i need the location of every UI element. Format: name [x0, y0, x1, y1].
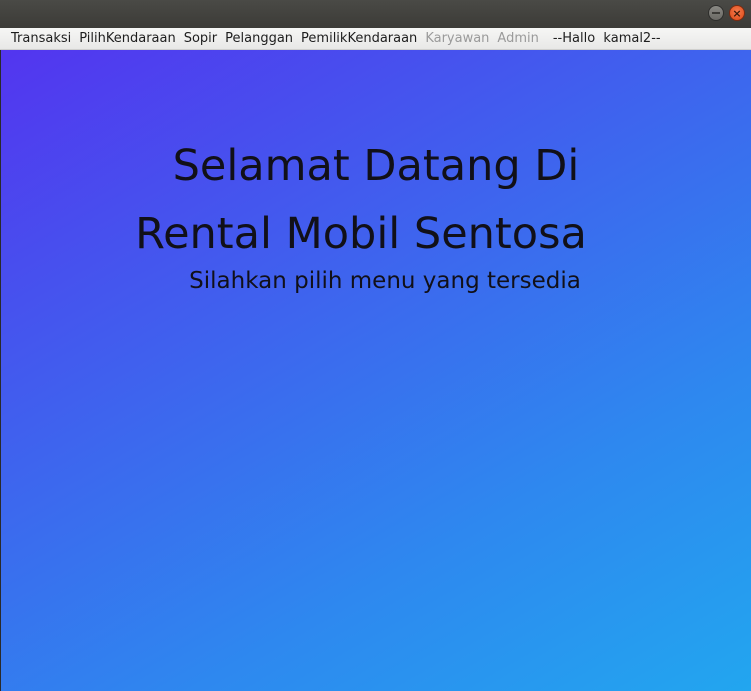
menu-pelanggan[interactable]: Pelanggan	[221, 31, 297, 46]
menu-karyawan: Karyawan	[425, 31, 490, 46]
app-window: × Transaksi PilihKendaraan Sopir Pelangg…	[0, 0, 751, 691]
close-button[interactable]: ×	[729, 5, 745, 21]
user-greeting: --Hallo kamal2--	[552, 31, 661, 46]
main-panel: Selamat Datang Di Rental Mobil Sentosa S…	[1, 50, 751, 691]
welcome-title-line2: Rental Mobil Sentosa	[135, 209, 587, 259]
minimize-icon	[712, 12, 720, 14]
minimize-button[interactable]	[708, 5, 724, 21]
menu-transaksi[interactable]: Transaksi	[7, 31, 75, 46]
welcome-title-line1: Selamat Datang Di	[172, 141, 580, 191]
close-icon: ×	[732, 6, 742, 20]
menu-admin: Admin	[497, 31, 539, 46]
menu-bar: Transaksi PilihKendaraan Sopir Pelanggan…	[0, 28, 751, 50]
menu-pilih-kendaraan[interactable]: PilihKendaraan	[75, 31, 179, 46]
menu-sopir[interactable]: Sopir	[180, 31, 221, 46]
title-bar[interactable]: ×	[0, 0, 751, 28]
welcome-subtitle: Silahkan pilih menu yang tersedia	[189, 268, 581, 294]
menu-pemilik-kendaraan[interactable]: PemilikKendaraan	[297, 31, 421, 46]
